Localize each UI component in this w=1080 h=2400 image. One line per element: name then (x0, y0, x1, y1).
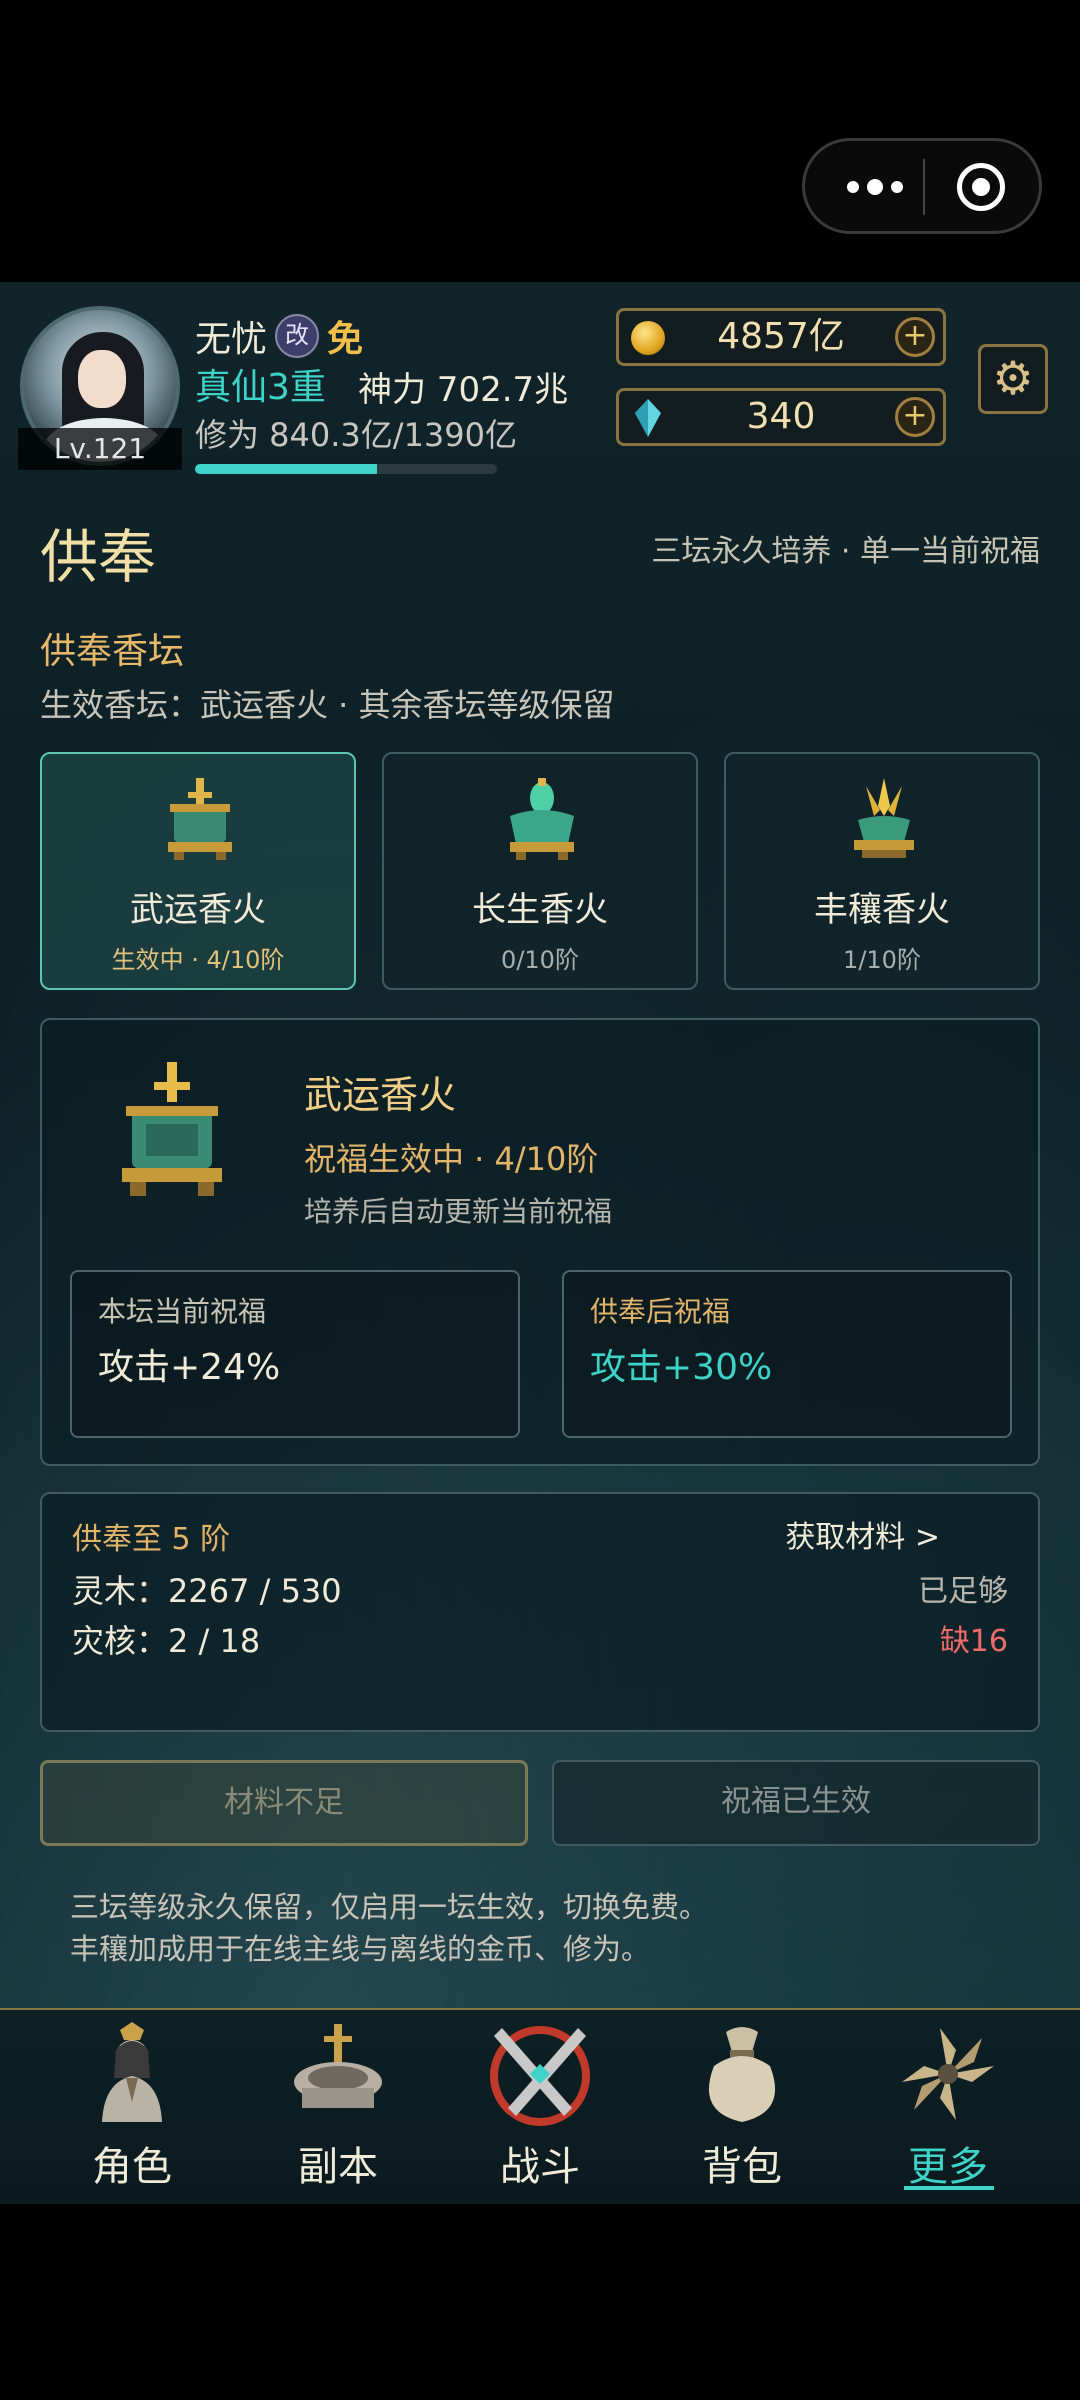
after-blessing-box: 供奉后祝福 攻击+30% (562, 1270, 1012, 1438)
tab-label: 战斗 (500, 2144, 580, 2190)
target-circle-icon[interactable] (957, 163, 1005, 211)
altar-status: 生效中 · 4/10阶 (111, 946, 285, 974)
altar-card-wuyun[interactable]: 武运香火 生效中 · 4/10阶 (40, 752, 356, 990)
detail-altar-note: 培养后自动更新当前祝福 (304, 1195, 613, 1228)
tab-more[interactable]: 更多 (858, 2010, 1038, 2204)
material-row-zaihe: 灾核：2 / 18 (72, 1622, 261, 1660)
altar-card-fengrang[interactable]: 丰穰香火 1/10阶 (724, 752, 1040, 990)
footnote-line-1: 三坛等级永久保留，仅启用一坛生效，切换免费。 (70, 1890, 709, 1924)
bag-icon (708, 2027, 776, 2122)
altar-name: 丰穰香火 (814, 890, 950, 930)
fengrang-censer-icon (854, 778, 914, 858)
cultivation-bar-fill (195, 464, 378, 474)
bottom-tab-bar: 角色 副本 战斗 背包 更多 (0, 2008, 1080, 2204)
dungeon-icon (294, 2024, 382, 2108)
altar-status: 0/10阶 (501, 946, 579, 974)
tab-bag[interactable]: 背包 (652, 2010, 832, 2204)
tab-label: 角色 (92, 2144, 172, 2190)
altar-name: 长生香火 (472, 890, 608, 930)
get-materials-link[interactable]: 获取材料 > (785, 1512, 940, 1556)
page-title: 供奉 (40, 523, 157, 591)
activate-blessing-button[interactable]: 祝福已生效 (552, 1760, 1040, 1846)
player-power: 神力 702.7兆 (358, 370, 569, 410)
tab-label: 副本 (298, 2144, 378, 2190)
tab-label: 背包 (702, 2144, 782, 2190)
altar-detail-panel: 武运香火 祝福生效中 · 4/10阶 培养后自动更新当前祝福 本坛当前祝福 攻击… (40, 1018, 1040, 1466)
offer-button[interactable]: 材料不足 (40, 1760, 528, 1846)
battle-swords-icon (490, 2026, 590, 2126)
tab-character[interactable]: 角色 (42, 2010, 222, 2204)
gear-icon[interactable]: ⚙ (978, 344, 1048, 414)
current-blessing-value: 攻击+24% (98, 1347, 281, 1388)
cultivation-bar (195, 464, 497, 474)
material-row-lingmu: 灵木：2267 / 530 (72, 1572, 342, 1610)
player-name-row: 无忧 改 免 (195, 310, 363, 362)
cultivation-text: 修为 840.3亿/1390亿 (195, 416, 518, 454)
current-blessing-box: 本坛当前祝福 攻击+24% (70, 1270, 520, 1438)
capsule-divider (923, 159, 925, 215)
after-blessing-value: 攻击+30% (590, 1347, 773, 1388)
current-blessing-label: 本坛当前祝福 (98, 1295, 267, 1328)
add-gem-button[interactable]: + (895, 397, 935, 437)
more-shuriken-icon (902, 2028, 994, 2120)
material-status-enough: 已足够 (918, 1574, 1008, 1609)
after-blessing-label: 供奉后祝福 (590, 1295, 731, 1328)
mini-program-capsule (802, 138, 1042, 234)
gold-currency: 4857亿 + (616, 308, 946, 366)
detail-altar-status: 祝福生效中 · 4/10阶 (304, 1140, 599, 1178)
game-screen: Lv.121 无忧 改 免 真仙3重 神力 702.7兆 修为 840.3亿/1… (0, 282, 1080, 2204)
rename-badge[interactable]: 改 (275, 314, 320, 358)
active-tab-underline (904, 2186, 994, 2190)
character-icon (102, 2022, 162, 2122)
tab-battle[interactable]: 战斗 (450, 2010, 630, 2204)
free-badge: 免 (327, 319, 364, 360)
wuyun-censer-icon (168, 778, 232, 860)
detail-altar-name: 武运香火 (304, 1073, 457, 1117)
player-level: Lv.121 (18, 428, 182, 470)
altar-status: 1/10阶 (843, 946, 921, 974)
more-dots-icon[interactable] (833, 169, 917, 205)
gem-currency: 340 + (616, 388, 946, 446)
footnote-line-2: 丰穰加成用于在线主线与离线的金币、修为。 (70, 1932, 651, 1966)
section-subtitle: 生效香坛：武运香火 · 其余香坛等级保留 (40, 686, 615, 724)
material-status-lack: 缺16 (939, 1624, 1008, 1659)
altar-name: 武运香火 (130, 890, 266, 930)
altar-card-changsheng[interactable]: 长生香火 0/10阶 (382, 752, 698, 990)
add-gold-button[interactable]: + (895, 317, 935, 357)
player-realm: 真仙3重 (195, 367, 326, 408)
wuyun-censer-large-icon (122, 1062, 222, 1196)
tab-label: 更多 (908, 2144, 988, 2190)
changsheng-censer-icon (510, 778, 574, 860)
tab-dungeon[interactable]: 副本 (248, 2010, 428, 2204)
materials-panel: 供奉至 5 阶 获取材料 > 灵木：2267 / 530 已足够 灾核：2 / … (40, 1492, 1040, 1732)
page-subtitle: 三坛永久培养 · 单一当前祝福 (651, 534, 1040, 569)
upgrade-target: 供奉至 5 阶 (72, 1522, 231, 1557)
section-title: 供奉香坛 (40, 631, 185, 672)
player-name: 无忧 (195, 319, 268, 360)
